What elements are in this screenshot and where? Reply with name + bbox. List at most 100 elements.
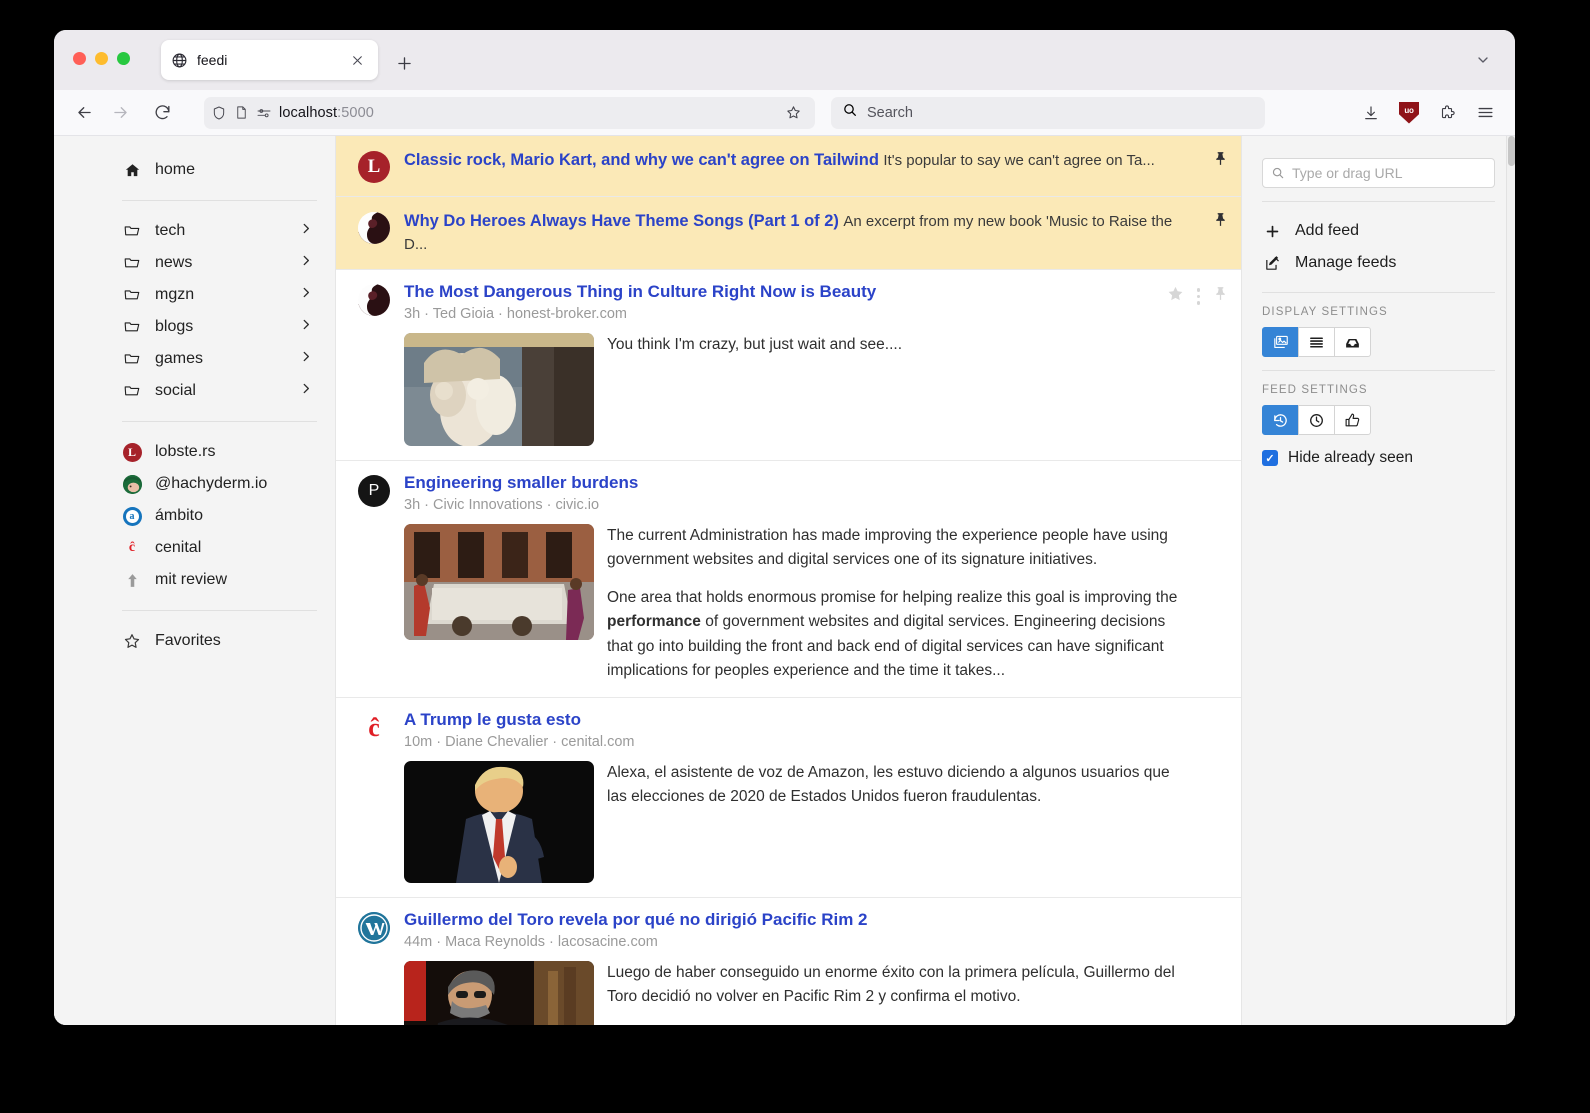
chevron-right-icon[interactable]	[299, 286, 313, 305]
lobsters-avatar: L	[358, 151, 390, 183]
entry-paragraph: You think I'm crazy, but just wait and s…	[607, 336, 903, 354]
history-icon[interactable]	[1262, 405, 1299, 435]
manage-feeds-button[interactable]: Manage feeds	[1262, 247, 1495, 279]
hide-seen-checkbox[interactable]: ✓	[1262, 450, 1278, 466]
more-options-icon[interactable]	[1196, 288, 1200, 305]
wordpress-avatar	[358, 911, 390, 944]
sidebar-folder-blogs[interactable]: blogs	[122, 311, 317, 343]
add-feed-button[interactable]: Add feed	[1262, 215, 1495, 247]
chevron-right-icon[interactable]	[299, 254, 313, 273]
pinned-entry[interactable]: Why Do Heroes Always Have Theme Songs (P…	[336, 197, 1241, 271]
sidebar-feed-label: mit review	[155, 571, 228, 588]
feed-entry[interactable]: ĉ A Trump le gusta esto 10m · Diane Chev…	[336, 698, 1241, 898]
feedi-app: home tech news mgzn blogs games social L…	[54, 136, 1515, 1025]
maximize-window-button[interactable]	[117, 52, 130, 65]
chevron-right-icon[interactable]	[299, 382, 313, 401]
chevron-right-icon[interactable]	[299, 318, 313, 337]
sidebar-folder-games[interactable]: games	[122, 343, 317, 375]
entry-title[interactable]: Guillermo del Toro revela por qué no dir…	[404, 910, 1189, 930]
feed-entry[interactable]: Guillermo del Toro revela por qué no dir…	[336, 898, 1241, 1025]
feed-entry[interactable]: P Engineering smaller burdens 3h · Civic…	[336, 461, 1241, 698]
folder-icon	[122, 350, 142, 368]
hide-already-seen-row[interactable]: ✓ Hide already seen	[1262, 449, 1495, 467]
pinned-entry[interactable]: L Classic rock, Mario Kart, and why we c…	[336, 136, 1241, 197]
permissions-icon[interactable]	[256, 105, 272, 121]
sidebar-feed-cenital[interactable]: ĉ cenital	[122, 532, 317, 564]
feed-entry[interactable]: The Most Dangerous Thing in Culture Righ…	[336, 270, 1241, 462]
entry-title[interactable]: Classic rock, Mario Kart, and why we can…	[404, 151, 879, 169]
shield-icon[interactable]	[211, 105, 227, 121]
sidebar-folder-social[interactable]: social	[122, 375, 317, 407]
sidebar-feed-lobsters[interactable]: L lobste.rs	[122, 436, 317, 468]
download-icon[interactable]	[1355, 97, 1387, 129]
new-tab-button[interactable]	[390, 49, 418, 77]
thumbs-up-icon[interactable]	[1334, 405, 1371, 435]
search-bar[interactable]: Search	[831, 96, 1265, 129]
sidebar-folder-mgzn[interactable]: mgzn	[122, 279, 317, 311]
entry-title[interactable]: The Most Dangerous Thing in Culture Righ…	[404, 282, 1189, 302]
sidebar-item-favorites[interactable]: Favorites	[122, 625, 317, 657]
back-icon[interactable]	[68, 97, 100, 129]
sidebar-divider-3	[122, 610, 317, 611]
sidebar-folder-label: blogs	[155, 318, 194, 335]
chevron-right-icon[interactable]	[299, 350, 313, 369]
sidebar-folder-news[interactable]: news	[122, 247, 317, 279]
ublock-badge: uo	[1399, 101, 1419, 124]
entry-title[interactable]: Engineering smaller burdens	[404, 473, 1189, 493]
sidebar-feed-ambito[interactable]: a ámbito	[122, 500, 317, 532]
sidebar-folder-label: mgzn	[155, 286, 195, 303]
page-scrollbar[interactable]	[1506, 136, 1515, 1025]
sidebar-item-home[interactable]: home	[122, 154, 317, 186]
close-icon[interactable]	[346, 49, 368, 71]
entry-meta: 10m · Diane Chevalier · cenital.com	[404, 733, 635, 750]
plus-icon	[1262, 223, 1282, 240]
folder-icon	[122, 318, 142, 336]
bookmark-star-icon[interactable]	[778, 98, 808, 128]
pin-icon[interactable]	[1212, 150, 1229, 172]
browser-tab[interactable]: feedi	[161, 40, 378, 80]
pin-icon[interactable]	[1212, 285, 1229, 307]
tab-strip: feedi	[54, 30, 1515, 90]
clock-icon[interactable]	[1298, 405, 1335, 435]
chevron-down-icon[interactable]	[1475, 52, 1491, 73]
minimize-window-button[interactable]	[95, 52, 108, 65]
url-input[interactable]: Type or drag URL	[1262, 158, 1495, 188]
cart-street-thumbnail[interactable]	[404, 524, 594, 641]
list-icon[interactable]	[1298, 327, 1335, 357]
forward-icon[interactable]	[104, 97, 136, 129]
address-bar[interactable]: localhost:5000	[204, 96, 815, 129]
add-feed-label: Add feed	[1295, 222, 1360, 239]
sidebar-folder-tech[interactable]: tech	[122, 215, 317, 247]
reader-icon[interactable]	[234, 105, 249, 120]
sidebar-feed-label: lobste.rs	[155, 443, 216, 460]
entry-body: The Most Dangerous Thing in Culture Righ…	[404, 282, 1189, 447]
podcast-avatar: P	[358, 475, 390, 508]
lobsters-avatar-icon: L	[122, 442, 142, 462]
sidebar-feed-hachyderm[interactable]: @hachyderm.io	[122, 468, 317, 500]
trump-thumbnail[interactable]	[404, 760, 594, 883]
entry-title[interactable]: A Trump le gusta esto	[404, 710, 1189, 730]
entry-text: Luego de haber conseguido un enorme éxit…	[607, 961, 1189, 1025]
entry-actions	[1212, 211, 1229, 233]
sidebar-folders: tech news mgzn blogs games social	[54, 215, 335, 407]
entry-title[interactable]: Why Do Heroes Always Have Theme Songs (P…	[404, 212, 839, 230]
sidebar-feed-mit-review[interactable]: mit review	[122, 564, 317, 596]
mastodon-avatar	[358, 284, 390, 317]
chevron-right-icon[interactable]	[299, 222, 313, 241]
ublock-icon[interactable]: uo	[1393, 97, 1425, 129]
entry-body: Classic rock, Mario Kart, and why we can…	[404, 149, 1189, 173]
folder-icon	[122, 254, 142, 272]
inbox-icon[interactable]	[1334, 327, 1371, 357]
close-window-button[interactable]	[73, 52, 86, 65]
edit-icon	[1262, 255, 1282, 272]
sculpture-thumbnail[interactable]	[404, 333, 594, 447]
del-toro-thumbnail[interactable]	[404, 960, 594, 1025]
entry-paragraph: Alexa, el asistente de voz de Amazon, le…	[607, 763, 1170, 805]
star-icon[interactable]	[1166, 284, 1185, 308]
photos-icon[interactable]	[1262, 327, 1299, 357]
menu-icon[interactable]	[1469, 97, 1501, 129]
extensions-icon[interactable]	[1431, 97, 1463, 129]
scrollbar-thumb[interactable]	[1508, 136, 1515, 166]
pin-icon[interactable]	[1212, 211, 1229, 233]
reload-icon[interactable]	[146, 97, 178, 129]
